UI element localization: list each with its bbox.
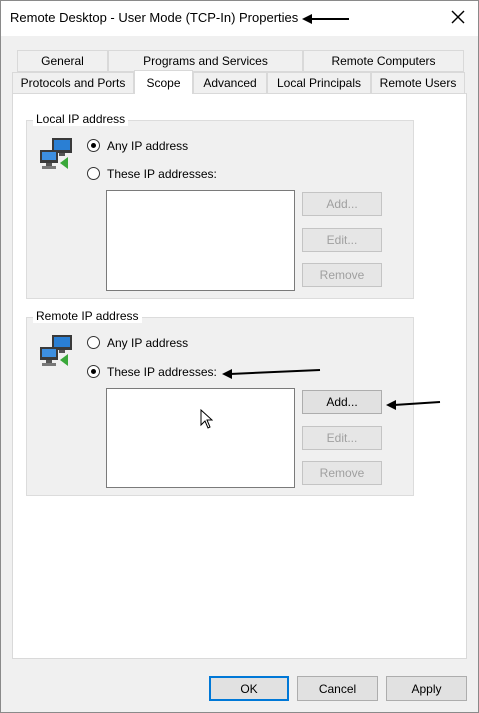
remote-ip-group-label: Remote IP address xyxy=(33,309,142,323)
remote-remove-button[interactable]: Remove xyxy=(302,461,382,485)
network-computers-icon xyxy=(38,137,74,171)
remote-any-ip-label: Any IP address xyxy=(107,336,189,350)
close-icon xyxy=(451,10,465,27)
cancel-button[interactable]: Cancel xyxy=(297,676,378,701)
local-add-button[interactable]: Add... xyxy=(302,192,382,216)
tab-remote-users[interactable]: Remote Users xyxy=(371,72,465,94)
annotation-arrow-these-ips xyxy=(222,366,322,380)
close-button[interactable] xyxy=(437,1,479,35)
remote-these-ips-label: These IP addresses: xyxy=(107,365,217,379)
radio-selected-dot xyxy=(91,143,96,148)
local-ip-list[interactable] xyxy=(106,190,295,291)
tab-scope[interactable]: Scope xyxy=(134,70,193,94)
annotation-arrow-add xyxy=(386,398,442,412)
local-remove-button[interactable]: Remove xyxy=(302,263,382,287)
local-edit-button[interactable]: Edit... xyxy=(302,228,382,252)
radio-selected-dot xyxy=(91,369,96,374)
network-computers-icon xyxy=(38,334,74,368)
tab-general[interactable]: General xyxy=(17,50,108,72)
local-ip-group-label: Local IP address xyxy=(33,112,129,126)
local-any-ip-radio[interactable] xyxy=(87,139,100,152)
remote-edit-button[interactable]: Edit... xyxy=(302,426,382,450)
remote-ip-list[interactable] xyxy=(106,388,295,488)
tab-advanced[interactable]: Advanced xyxy=(193,72,267,94)
tab-programs-and-services[interactable]: Programs and Services xyxy=(108,50,303,72)
tab-remote-computers[interactable]: Remote Computers xyxy=(303,50,464,72)
tab-protocols-and-ports[interactable]: Protocols and Ports xyxy=(12,72,134,94)
tab-local-principals[interactable]: Local Principals xyxy=(267,72,371,94)
local-these-ips-radio[interactable] xyxy=(87,167,100,180)
apply-button[interactable]: Apply xyxy=(386,676,467,701)
local-these-ips-label: These IP addresses: xyxy=(107,167,217,181)
remote-add-button[interactable]: Add... xyxy=(302,390,382,414)
mouse-pointer-icon xyxy=(200,409,213,429)
remote-these-ips-radio[interactable] xyxy=(87,365,100,378)
remote-any-ip-radio[interactable] xyxy=(87,336,100,349)
ok-button[interactable]: OK xyxy=(209,676,289,701)
window-title: Remote Desktop - User Mode (TCP-In) Prop… xyxy=(10,10,299,25)
annotation-arrow-title xyxy=(302,12,350,26)
local-any-ip-label: Any IP address xyxy=(107,139,189,153)
